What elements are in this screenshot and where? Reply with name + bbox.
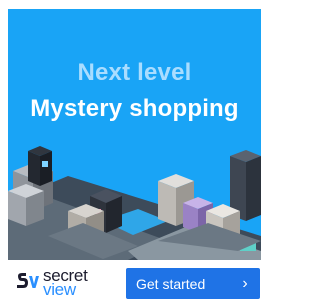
secretview-logo-mark-icon <box>17 273 39 288</box>
brand-logo[interactable]: secret view <box>16 266 88 299</box>
brand-name-view: view <box>43 280 76 299</box>
chevron-right-icon: › <box>242 274 248 292</box>
headline-line-2: Mystery shopping <box>30 95 239 122</box>
ad-footer: secret view Get started › <box>8 262 261 299</box>
headline-line-1: Next level <box>77 59 192 86</box>
ad-banner[interactable]: Next level Mystery shopping secret view … <box>0 0 269 299</box>
isometric-city-illustration <box>8 146 261 260</box>
hero-panel[interactable]: Next level Mystery shopping <box>8 9 261 260</box>
get-started-button[interactable]: Get started › <box>126 268 260 299</box>
get-started-label: Get started <box>136 275 206 292</box>
